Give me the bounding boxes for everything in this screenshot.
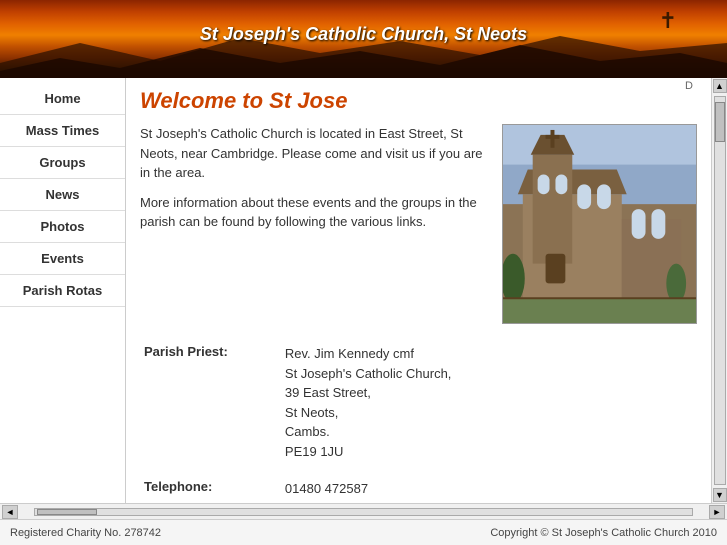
copyright-text: Copyright © St Joseph's Catholic Church … <box>490 527 717 539</box>
sidebar-item-mass-times[interactable]: Mass Times <box>0 115 125 147</box>
charity-number: Registered Charity No. 278742 <box>10 527 161 539</box>
scroll-right-button[interactable]: ► <box>709 505 725 519</box>
intro-text: St Joseph's Catholic Church is located i… <box>140 124 490 324</box>
parish-priest-row: Parish Priest: Rev. Jim Kennedy cmf St J… <box>140 338 697 467</box>
sidebar-nav: Home Mass Times Groups News Photos Event… <box>0 78 126 503</box>
horizontal-scrollbar[interactable]: ◄ ► <box>0 503 727 519</box>
intro-para-1: St Joseph's Catholic Church is located i… <box>140 124 490 183</box>
sidebar-item-home[interactable]: Home <box>0 83 125 115</box>
vertical-scrollbar[interactable]: ▲ ▼ <box>711 78 727 503</box>
sidebar-item-parish-rotas[interactable]: Parish Rotas <box>0 275 125 307</box>
telephone-value: 01480 472587 <box>281 473 697 503</box>
sidebar-item-events[interactable]: Events <box>0 243 125 275</box>
scroll-thumb[interactable] <box>715 102 725 142</box>
page-footer: Registered Charity No. 278742 Copyright … <box>0 519 727 545</box>
welcome-heading: Welcome to St Jose <box>140 88 697 114</box>
telephone-row: Telephone: 01480 472587 <box>140 473 697 503</box>
church-photo <box>502 124 697 324</box>
parish-info-table: Parish Priest: Rev. Jim Kennedy cmf St J… <box>140 338 697 503</box>
scroll-up-button[interactable]: ▲ <box>713 79 727 93</box>
intro-para-2: More information about these events and … <box>140 193 490 232</box>
parish-priest-label: Parish Priest: <box>140 338 281 467</box>
cross-icon: ✝ <box>659 8 677 34</box>
telephone-label: Telephone: <box>140 473 281 503</box>
d-indicator: D <box>685 80 693 92</box>
main-content: D Welcome to St Jose St Joseph's Catholi… <box>126 78 711 503</box>
sidebar-item-news[interactable]: News <box>0 179 125 211</box>
scroll-down-button[interactable]: ▼ <box>713 488 727 502</box>
parish-priest-value: Rev. Jim Kennedy cmf St Joseph's Catholi… <box>281 338 697 467</box>
page-header: ✝ St Joseph's Catholic Church, St Neots <box>0 0 727 78</box>
site-title: St Joseph's Catholic Church, St Neots <box>200 24 527 45</box>
hscroll-thumb[interactable] <box>37 509 97 515</box>
scroll-track[interactable] <box>714 96 726 485</box>
sidebar-item-groups[interactable]: Groups <box>0 147 125 179</box>
hscroll-track[interactable] <box>34 508 693 516</box>
sidebar-item-photos[interactable]: Photos <box>0 211 125 243</box>
scroll-left-button[interactable]: ◄ <box>2 505 18 519</box>
